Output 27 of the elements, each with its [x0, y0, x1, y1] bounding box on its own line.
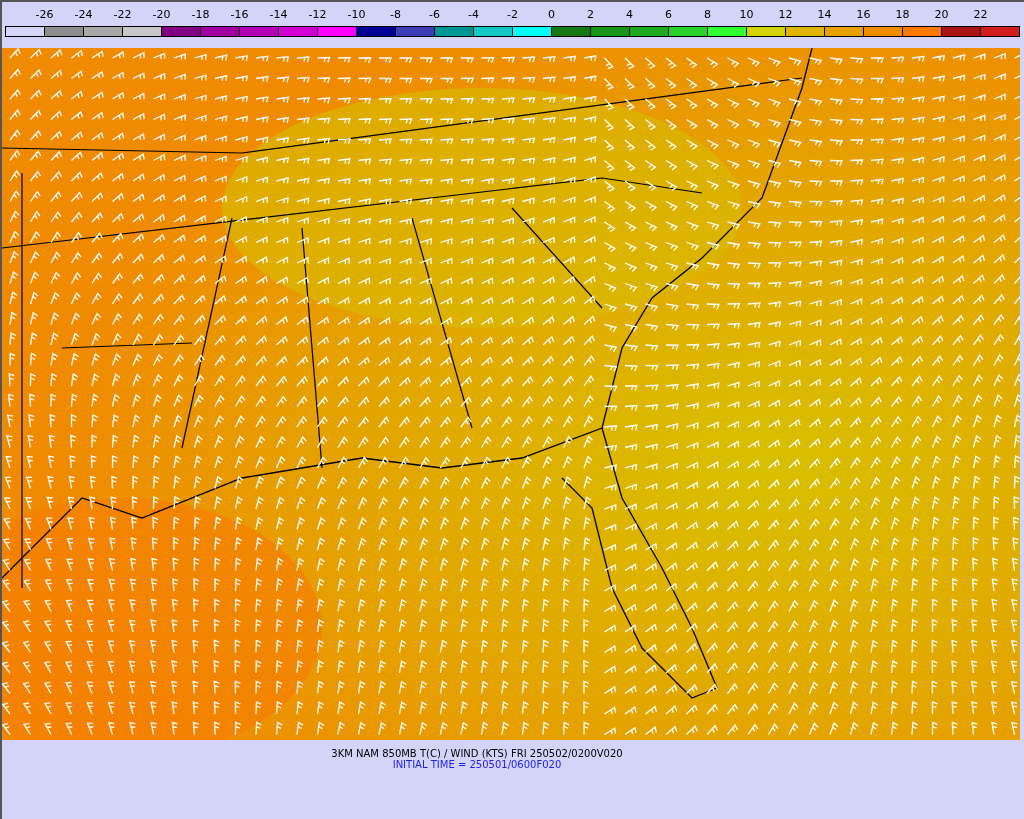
legend-label: 6: [664, 8, 673, 23]
legend-label: -26: [34, 8, 55, 23]
legend-label: -18: [190, 8, 211, 23]
legend-label: 16: [855, 8, 872, 23]
legend-label: 4: [625, 8, 634, 23]
initial-time-text: INITIAL TIME = 250501/0600F020: [392, 759, 562, 770]
legend-label: 8: [703, 8, 712, 23]
legend-label: -16: [229, 8, 250, 23]
legend-label: 10: [738, 8, 755, 23]
legend-label: 0: [547, 8, 556, 23]
legend-label: 18: [894, 8, 911, 23]
legend-label: -24: [73, 8, 94, 23]
legend-label: -20: [151, 8, 172, 23]
legend-label: -14: [268, 8, 289, 23]
legend-label: -22: [112, 8, 133, 23]
legend-label: -6: [428, 8, 441, 23]
legend-label: -4: [467, 8, 480, 23]
legend-label: 14: [816, 8, 833, 23]
map-title: 3KM NAM 850MB T(C) / WIND (KTS) FRI 250502/0200V020: [331, 748, 623, 759]
legend-label: 12: [777, 8, 794, 23]
legend-label: 20: [933, 8, 950, 23]
legend-label: 22: [972, 8, 989, 23]
legend-label: 2: [586, 8, 595, 23]
legend-label: -10: [346, 8, 367, 23]
legend-label: -2: [506, 8, 519, 23]
legend-label: -8: [389, 8, 402, 23]
legend-label: -12: [307, 8, 328, 23]
